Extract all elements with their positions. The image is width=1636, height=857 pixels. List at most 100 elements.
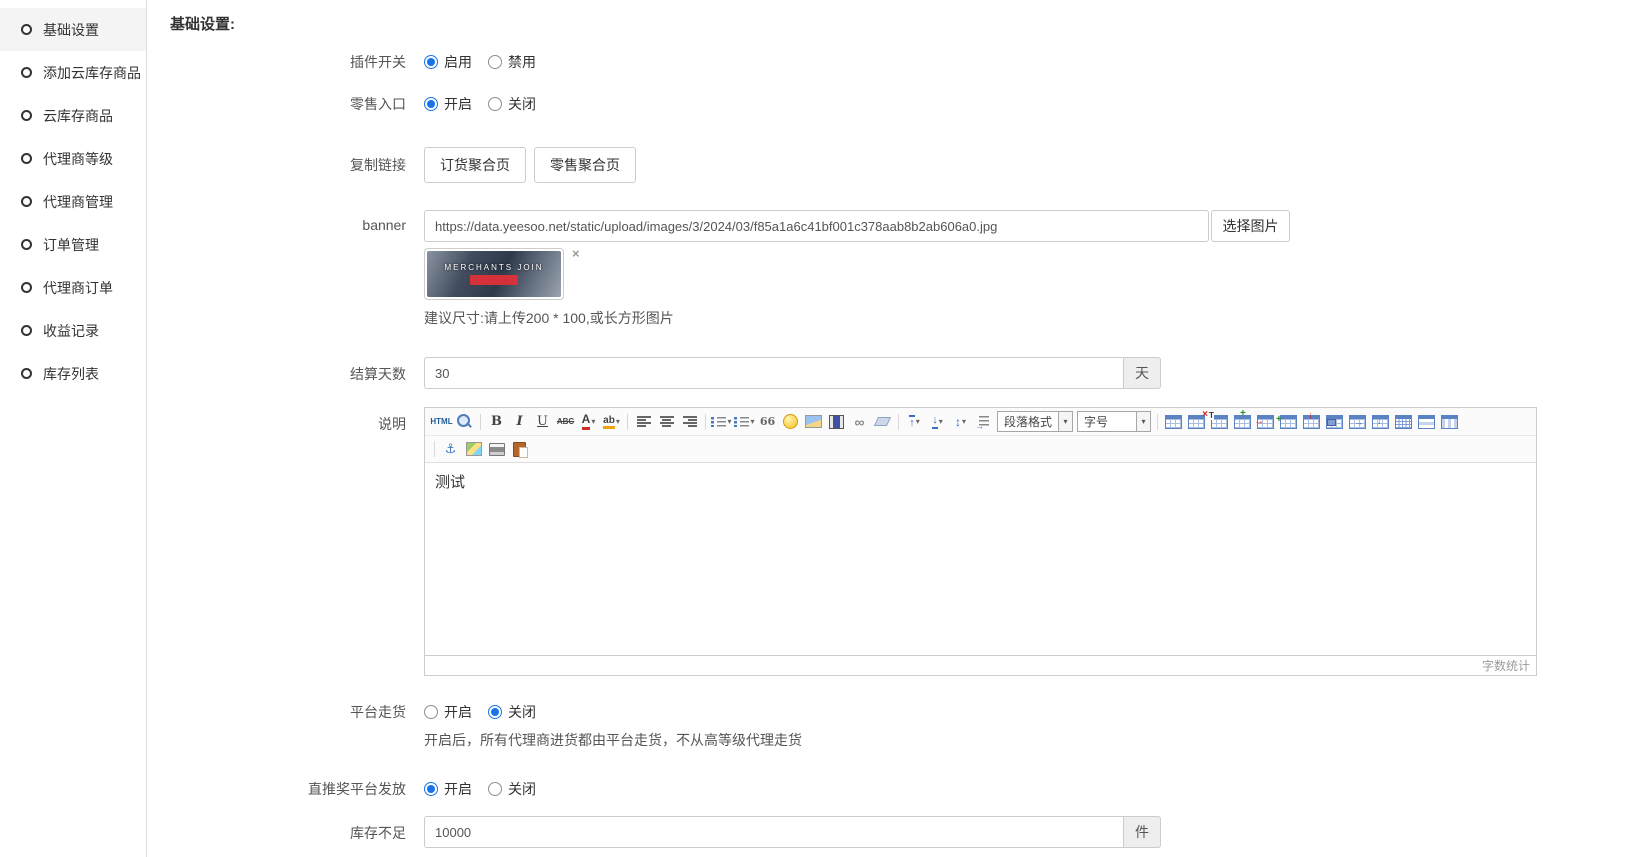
circle-icon: [21, 282, 32, 293]
margin-top-icon[interactable]: [904, 412, 925, 432]
font-size-select[interactable]: 字号▾: [1077, 411, 1151, 432]
sidebar-item-label: 云库存商品: [43, 106, 113, 126]
line-height-icon[interactable]: [950, 412, 971, 432]
circle-icon: [21, 325, 32, 336]
chevron-down-icon[interactable]: ▾: [1136, 412, 1150, 431]
copy-link-button-0[interactable]: 订货聚合页: [424, 147, 526, 183]
margin-bottom-icon[interactable]: [927, 412, 948, 432]
table-cols-icon[interactable]: [1439, 412, 1460, 432]
paste-icon[interactable]: [509, 439, 530, 459]
align-left-icon[interactable]: [633, 412, 654, 432]
sidebar-item-label: 订单管理: [43, 235, 99, 255]
merge-right-icon[interactable]: [1347, 412, 1368, 432]
sidebar-item-income-record[interactable]: 收益记录: [0, 309, 146, 352]
sidebar-item-agent-level[interactable]: 代理商等级: [0, 137, 146, 180]
row-insert-icon[interactable]: [1232, 412, 1253, 432]
sidebar-item-basic-settings[interactable]: 基础设置: [0, 8, 146, 51]
radio-checked-icon[interactable]: [424, 97, 438, 111]
form-row-plugin-switch: 插件开关 启用禁用: [170, 52, 1636, 72]
toolbar-separator: [480, 414, 481, 430]
sidebar-item-label: 基础设置: [43, 20, 99, 40]
radio-option[interactable]: 关闭: [488, 94, 536, 114]
page-title: 基础设置:: [170, 13, 1636, 34]
banner-thumbnail-image: MERCHANTS JOIN: [427, 251, 561, 297]
ordered-list-icon[interactable]: [711, 412, 732, 432]
copy-link-button-1[interactable]: 零售聚合页: [534, 147, 636, 183]
radio-checked-icon[interactable]: [424, 782, 438, 796]
circle-icon: [21, 196, 32, 207]
bold-icon[interactable]: [486, 412, 507, 432]
unlink-icon[interactable]: [872, 412, 893, 432]
table-insert-icon[interactable]: [1163, 412, 1184, 432]
col-delete-icon[interactable]: [1301, 412, 1322, 432]
platform-ship-label: 平台走货: [170, 702, 424, 750]
sidebar-item-order-manage[interactable]: 订单管理: [0, 223, 146, 266]
toolbar-separator: [434, 441, 435, 457]
html-source-icon[interactable]: [431, 412, 452, 432]
align-center-icon[interactable]: [656, 412, 677, 432]
radio-label: 禁用: [508, 52, 536, 72]
table-grid-icon[interactable]: [1393, 412, 1414, 432]
cell-props-icon[interactable]: [1324, 412, 1345, 432]
direct-reward-label: 直推奖平台发放: [170, 779, 424, 799]
radio-option[interactable]: 开启: [424, 779, 472, 799]
radio-option[interactable]: 启用: [424, 52, 472, 72]
choose-image-button[interactable]: 选择图片: [1211, 210, 1290, 242]
row-delete-icon[interactable]: [1255, 412, 1276, 432]
radio-label: 关闭: [508, 779, 536, 799]
radio-checked-icon[interactable]: [488, 705, 502, 719]
preview-icon[interactable]: [454, 412, 475, 432]
table-rows-icon[interactable]: [1416, 412, 1437, 432]
radio-checked-icon[interactable]: [424, 55, 438, 69]
copy-link-label: 复制链接: [170, 155, 424, 175]
radio-option[interactable]: 开启: [424, 94, 472, 114]
chevron-down-icon[interactable]: ▾: [1058, 412, 1072, 431]
underline-icon[interactable]: [532, 412, 553, 432]
radio-option[interactable]: 禁用: [488, 52, 536, 72]
circle-icon: [21, 368, 32, 379]
form-row-banner: banner 选择图片 MERCHANTS JOIN × 建议尺寸:请上传200: [170, 210, 1636, 328]
italic-icon[interactable]: [509, 412, 530, 432]
map-icon[interactable]: [463, 439, 484, 459]
blockquote-icon[interactable]: [757, 412, 778, 432]
insert-image-icon[interactable]: [803, 412, 824, 432]
radio-option[interactable]: 关闭: [488, 779, 536, 799]
link-icon[interactable]: [849, 412, 870, 432]
radio-unchecked-icon[interactable]: [424, 705, 438, 719]
align-right-icon[interactable]: [679, 412, 700, 432]
strikethrough-icon[interactable]: [555, 412, 576, 432]
sidebar-item-agent-order[interactable]: 代理商订单: [0, 266, 146, 309]
radio-unchecked-icon[interactable]: [488, 97, 502, 111]
highlight-icon[interactable]: [601, 412, 622, 432]
insert-media-icon[interactable]: [826, 412, 847, 432]
banner-url-input[interactable]: [424, 210, 1209, 242]
table-props-icon[interactable]: [1209, 412, 1230, 432]
remove-image-icon[interactable]: ×: [572, 248, 580, 260]
sidebar-item-stock-list[interactable]: 库存列表: [0, 352, 146, 395]
merge-down-icon[interactable]: [1370, 412, 1391, 432]
col-insert-icon[interactable]: [1278, 412, 1299, 432]
toolbar-separator: [705, 414, 706, 430]
sidebar-item-agent-manage[interactable]: 代理商管理: [0, 180, 146, 223]
indent-icon[interactable]: [973, 412, 994, 432]
radio-unchecked-icon[interactable]: [488, 782, 502, 796]
unordered-list-icon[interactable]: [734, 412, 755, 432]
editor-content[interactable]: 测试: [425, 463, 1536, 655]
sidebar-item-add-cloud-stock-goods[interactable]: 添加云库存商品: [0, 51, 146, 94]
paragraph-format-select[interactable]: 段落格式▾: [997, 411, 1073, 432]
table-delete-icon[interactable]: [1186, 412, 1207, 432]
settle-days-input[interactable]: [424, 357, 1124, 389]
low-stock-unit: 件: [1124, 816, 1161, 848]
print-icon[interactable]: [486, 439, 507, 459]
font-color-icon[interactable]: [578, 412, 599, 432]
radio-unchecked-icon[interactable]: [488, 55, 502, 69]
radio-option[interactable]: 关闭: [488, 702, 536, 722]
low-stock-input[interactable]: [424, 816, 1124, 848]
toolbar-separator: [898, 414, 899, 430]
sidebar-item-cloud-stock-goods[interactable]: 云库存商品: [0, 94, 146, 137]
emoticon-icon[interactable]: [780, 412, 801, 432]
anchor-icon[interactable]: [440, 439, 461, 459]
radio-option[interactable]: 开启: [424, 702, 472, 722]
banner-label: banner: [170, 210, 424, 328]
sidebar-item-label: 代理商订单: [43, 278, 113, 298]
